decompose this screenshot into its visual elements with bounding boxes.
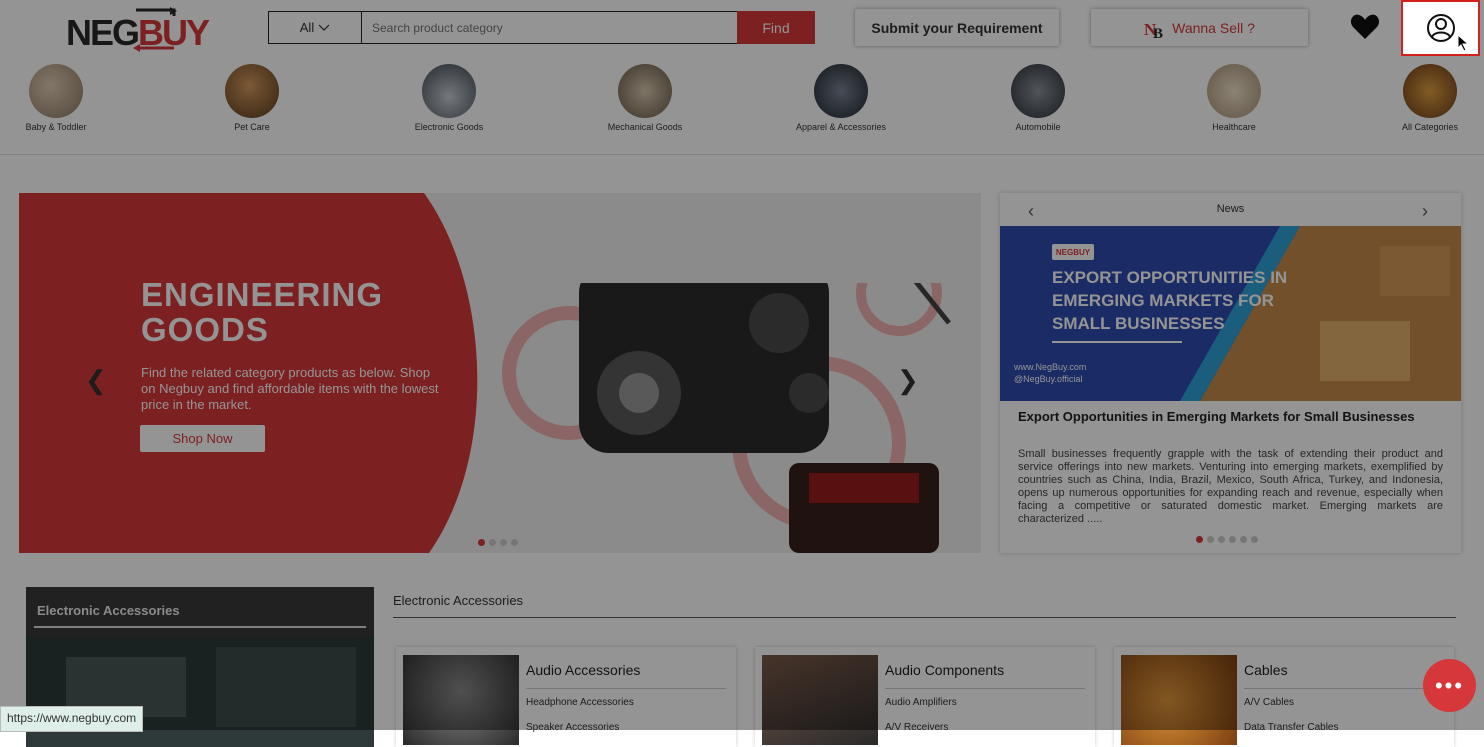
mouse-pointer-icon (1457, 34, 1470, 52)
status-bar-url: https://www.negbuy.com (0, 706, 144, 732)
chat-dots-icon: ••• (1434, 672, 1465, 698)
chat-button[interactable]: ••• (1423, 659, 1476, 712)
user-account-icon (1426, 14, 1455, 42)
page-dim-overlay (0, 0, 1484, 730)
